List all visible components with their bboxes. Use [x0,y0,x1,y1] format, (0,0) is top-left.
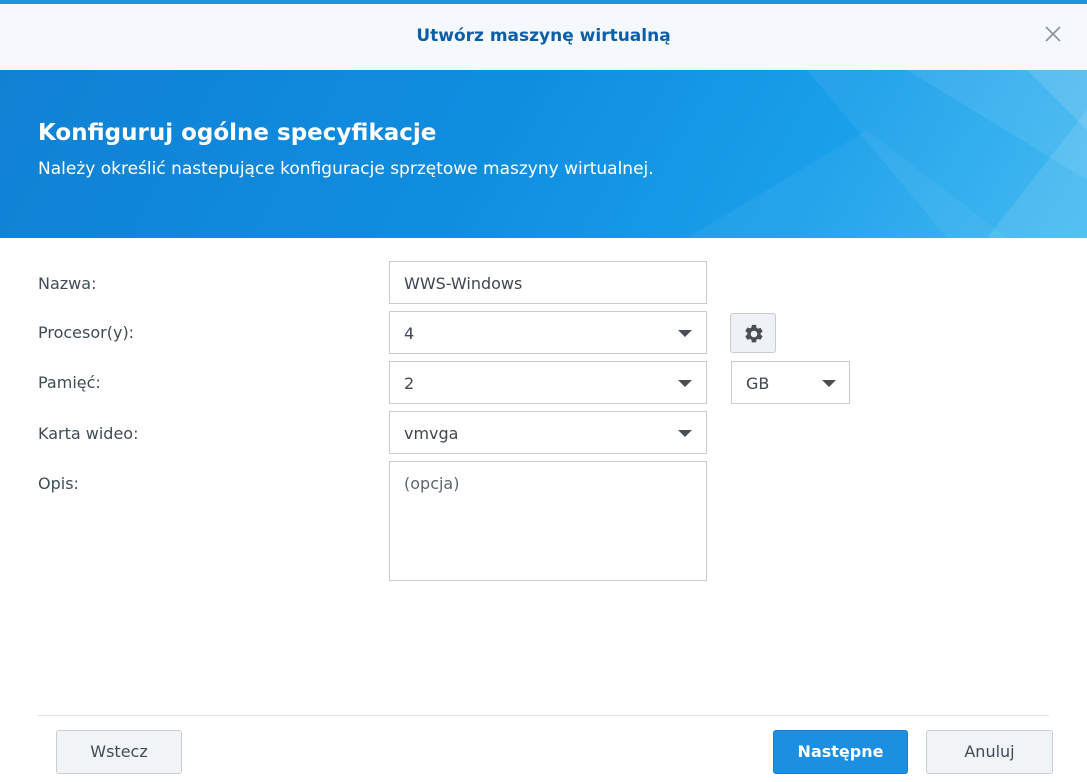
banner-decoration [687,70,1087,238]
header-banner: Konfiguruj ogólne specyfikacje Należy ok… [0,70,1087,238]
chevron-down-icon [678,380,692,387]
video-select-value: vmvga [404,424,459,443]
footer-divider [38,715,1049,716]
cpu-settings-button[interactable] [730,313,776,353]
cpu-select[interactable]: 4 [389,311,707,354]
memory-select[interactable]: 2 [389,361,707,404]
cpu-select-value: 4 [404,324,415,343]
video-select[interactable]: vmvga [389,411,707,454]
banner-heading: Konfiguruj ogólne specyfikacje [38,120,437,146]
chevron-down-icon [678,330,692,337]
back-button[interactable]: Wstecz [56,730,182,774]
dialog-titlebar: Utwórz maszynę wirtualną [0,0,1087,70]
chevron-down-icon [678,430,692,437]
description-textarea[interactable]: (opcja) [389,461,707,581]
cancel-button[interactable]: Anuluj [926,730,1053,774]
dialog-title: Utwórz maszynę wirtualną [416,26,671,46]
name-input-value: WWS-Windows [404,274,523,293]
name-label: Nazwa: [38,274,97,293]
chevron-down-icon [822,380,836,387]
video-label: Karta wideo: [38,424,139,443]
description-placeholder: (opcja) [404,474,460,493]
name-input[interactable]: WWS-Windows [389,261,707,304]
banner-subheading: Należy określić nastepujące konfiguracje… [38,159,654,179]
close-icon[interactable] [1041,22,1065,46]
memory-unit-value: GB [746,374,770,393]
memory-label: Pamięć: [38,373,101,392]
memory-unit-select[interactable]: GB [731,361,850,404]
cpu-label: Procesor(y): [38,323,135,342]
memory-select-value: 2 [404,374,415,393]
description-label: Opis: [38,474,79,493]
next-button[interactable]: Następne [773,730,908,774]
gear-icon [745,324,763,343]
